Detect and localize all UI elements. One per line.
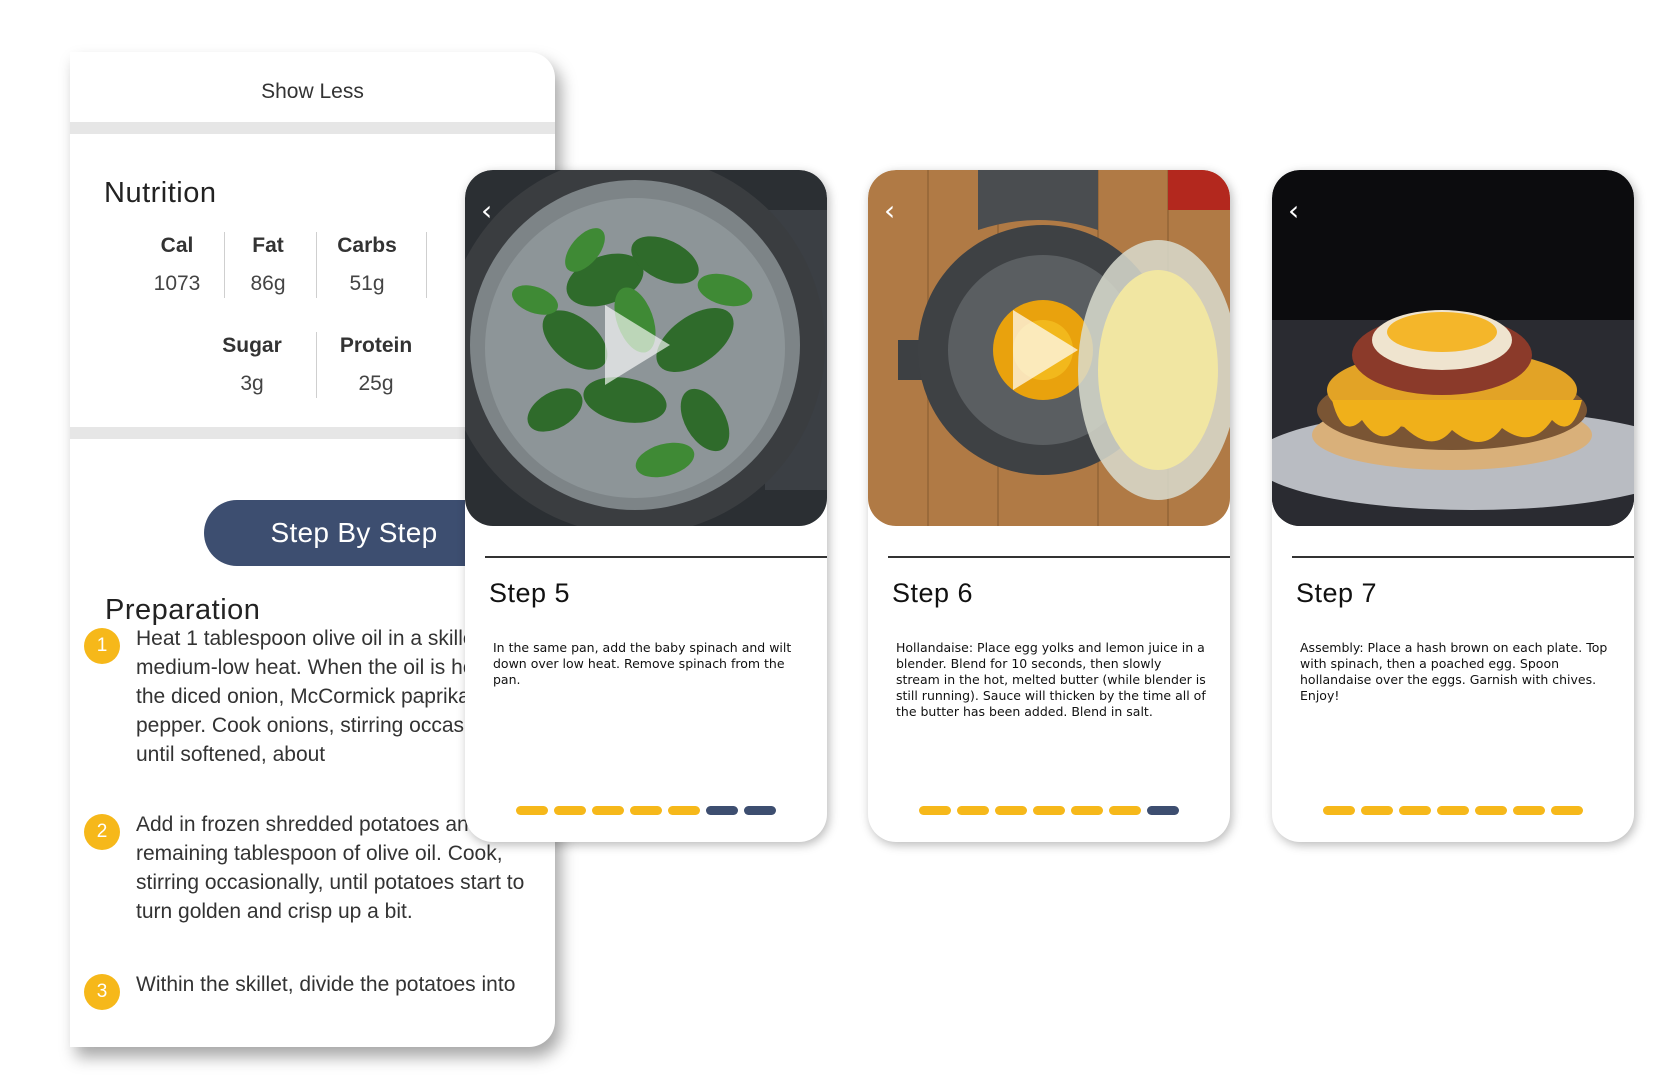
nutrition-protein: Protein 25g [331, 334, 421, 396]
stat-value: 86g [250, 272, 286, 295]
card-divider [485, 556, 827, 558]
progress-dot [554, 806, 586, 815]
step-description: Assembly: Place a hash brown on each pla… [1300, 640, 1608, 703]
card-divider [888, 556, 1230, 558]
step-number-badge: 1 [84, 628, 120, 664]
progress-indicator [465, 806, 827, 815]
progress-dot [995, 806, 1027, 815]
stat-value: 51g [349, 272, 385, 295]
progress-dot [957, 806, 989, 815]
stat-label: Protein [339, 334, 413, 357]
nutrition-title: Nutrition [104, 177, 217, 209]
step-title: Step 7 [1296, 578, 1378, 608]
progress-dot [706, 806, 738, 815]
progress-dot [1323, 806, 1355, 815]
stat-label: Carbs [337, 234, 397, 257]
stat-label: Cal [160, 234, 194, 257]
progress-dot [1033, 806, 1065, 815]
progress-indicator [868, 806, 1230, 815]
stat-value: 25g [358, 372, 394, 395]
section-divider [70, 122, 555, 134]
card-divider [1292, 556, 1634, 558]
stat-label: Fat [252, 234, 284, 257]
progress-dot [592, 806, 624, 815]
nutrition-fat: Fat 86g [223, 234, 313, 296]
plated-dish-photo [1272, 170, 1634, 526]
step-card-6: ‹ Step 6 Hollandaise: Place egg yolks an… [868, 170, 1230, 842]
step-number-badge: 2 [84, 814, 120, 850]
preparation-title: Preparation [105, 594, 261, 626]
nutrition-cal: Cal 1073 [132, 234, 222, 296]
stat-label: Sugar [222, 334, 282, 357]
progress-dot [516, 806, 548, 815]
step-description: Hollandaise: Place egg yolks and lemon j… [896, 640, 1206, 719]
spinach-pan-video[interactable] [465, 170, 827, 526]
step-text: Within the skillet, divide the potatoes … [136, 973, 516, 996]
step-title: Step 6 [892, 578, 974, 608]
progress-dot [1513, 806, 1545, 815]
nutrition-carbs: Carbs 51g [322, 234, 412, 296]
progress-dot [1437, 806, 1469, 815]
blender-video[interactable] [868, 170, 1230, 526]
progress-dot [744, 806, 776, 815]
progress-dot [1361, 806, 1393, 815]
progress-dot [1071, 806, 1103, 815]
step-card-7: ‹ Step 7 Assembly: Place a hash brown on… [1272, 170, 1634, 842]
progress-dot [668, 806, 700, 815]
progress-indicator [1272, 806, 1634, 815]
progress-dot [1109, 806, 1141, 815]
stat-separator [426, 232, 427, 298]
nutrition-sugar: Sugar 3g [207, 334, 297, 396]
progress-dot [630, 806, 662, 815]
back-chevron-icon[interactable]: ‹ [1288, 197, 1314, 225]
progress-dot [1147, 806, 1179, 815]
progress-dot [1475, 806, 1507, 815]
back-chevron-icon[interactable]: ‹ [481, 197, 507, 225]
step-title: Step 5 [489, 578, 571, 608]
step-description: In the same pan, add the baby spinach an… [493, 640, 792, 687]
show-less-link[interactable]: Show Less [70, 80, 555, 104]
stat-separator [316, 232, 317, 298]
step-number-badge: 3 [84, 974, 120, 1010]
step-card-5: ‹ Step 5 In the same pan, add the baby s… [465, 170, 827, 842]
progress-dot [1399, 806, 1431, 815]
stat-value: 3g [240, 372, 264, 395]
stat-separator [316, 332, 317, 398]
progress-dot [919, 806, 951, 815]
progress-dot [1551, 806, 1583, 815]
step-by-step-button[interactable]: Step By Step [204, 500, 504, 566]
back-chevron-icon[interactable]: ‹ [884, 197, 910, 225]
stat-value: 1073 [153, 272, 201, 295]
